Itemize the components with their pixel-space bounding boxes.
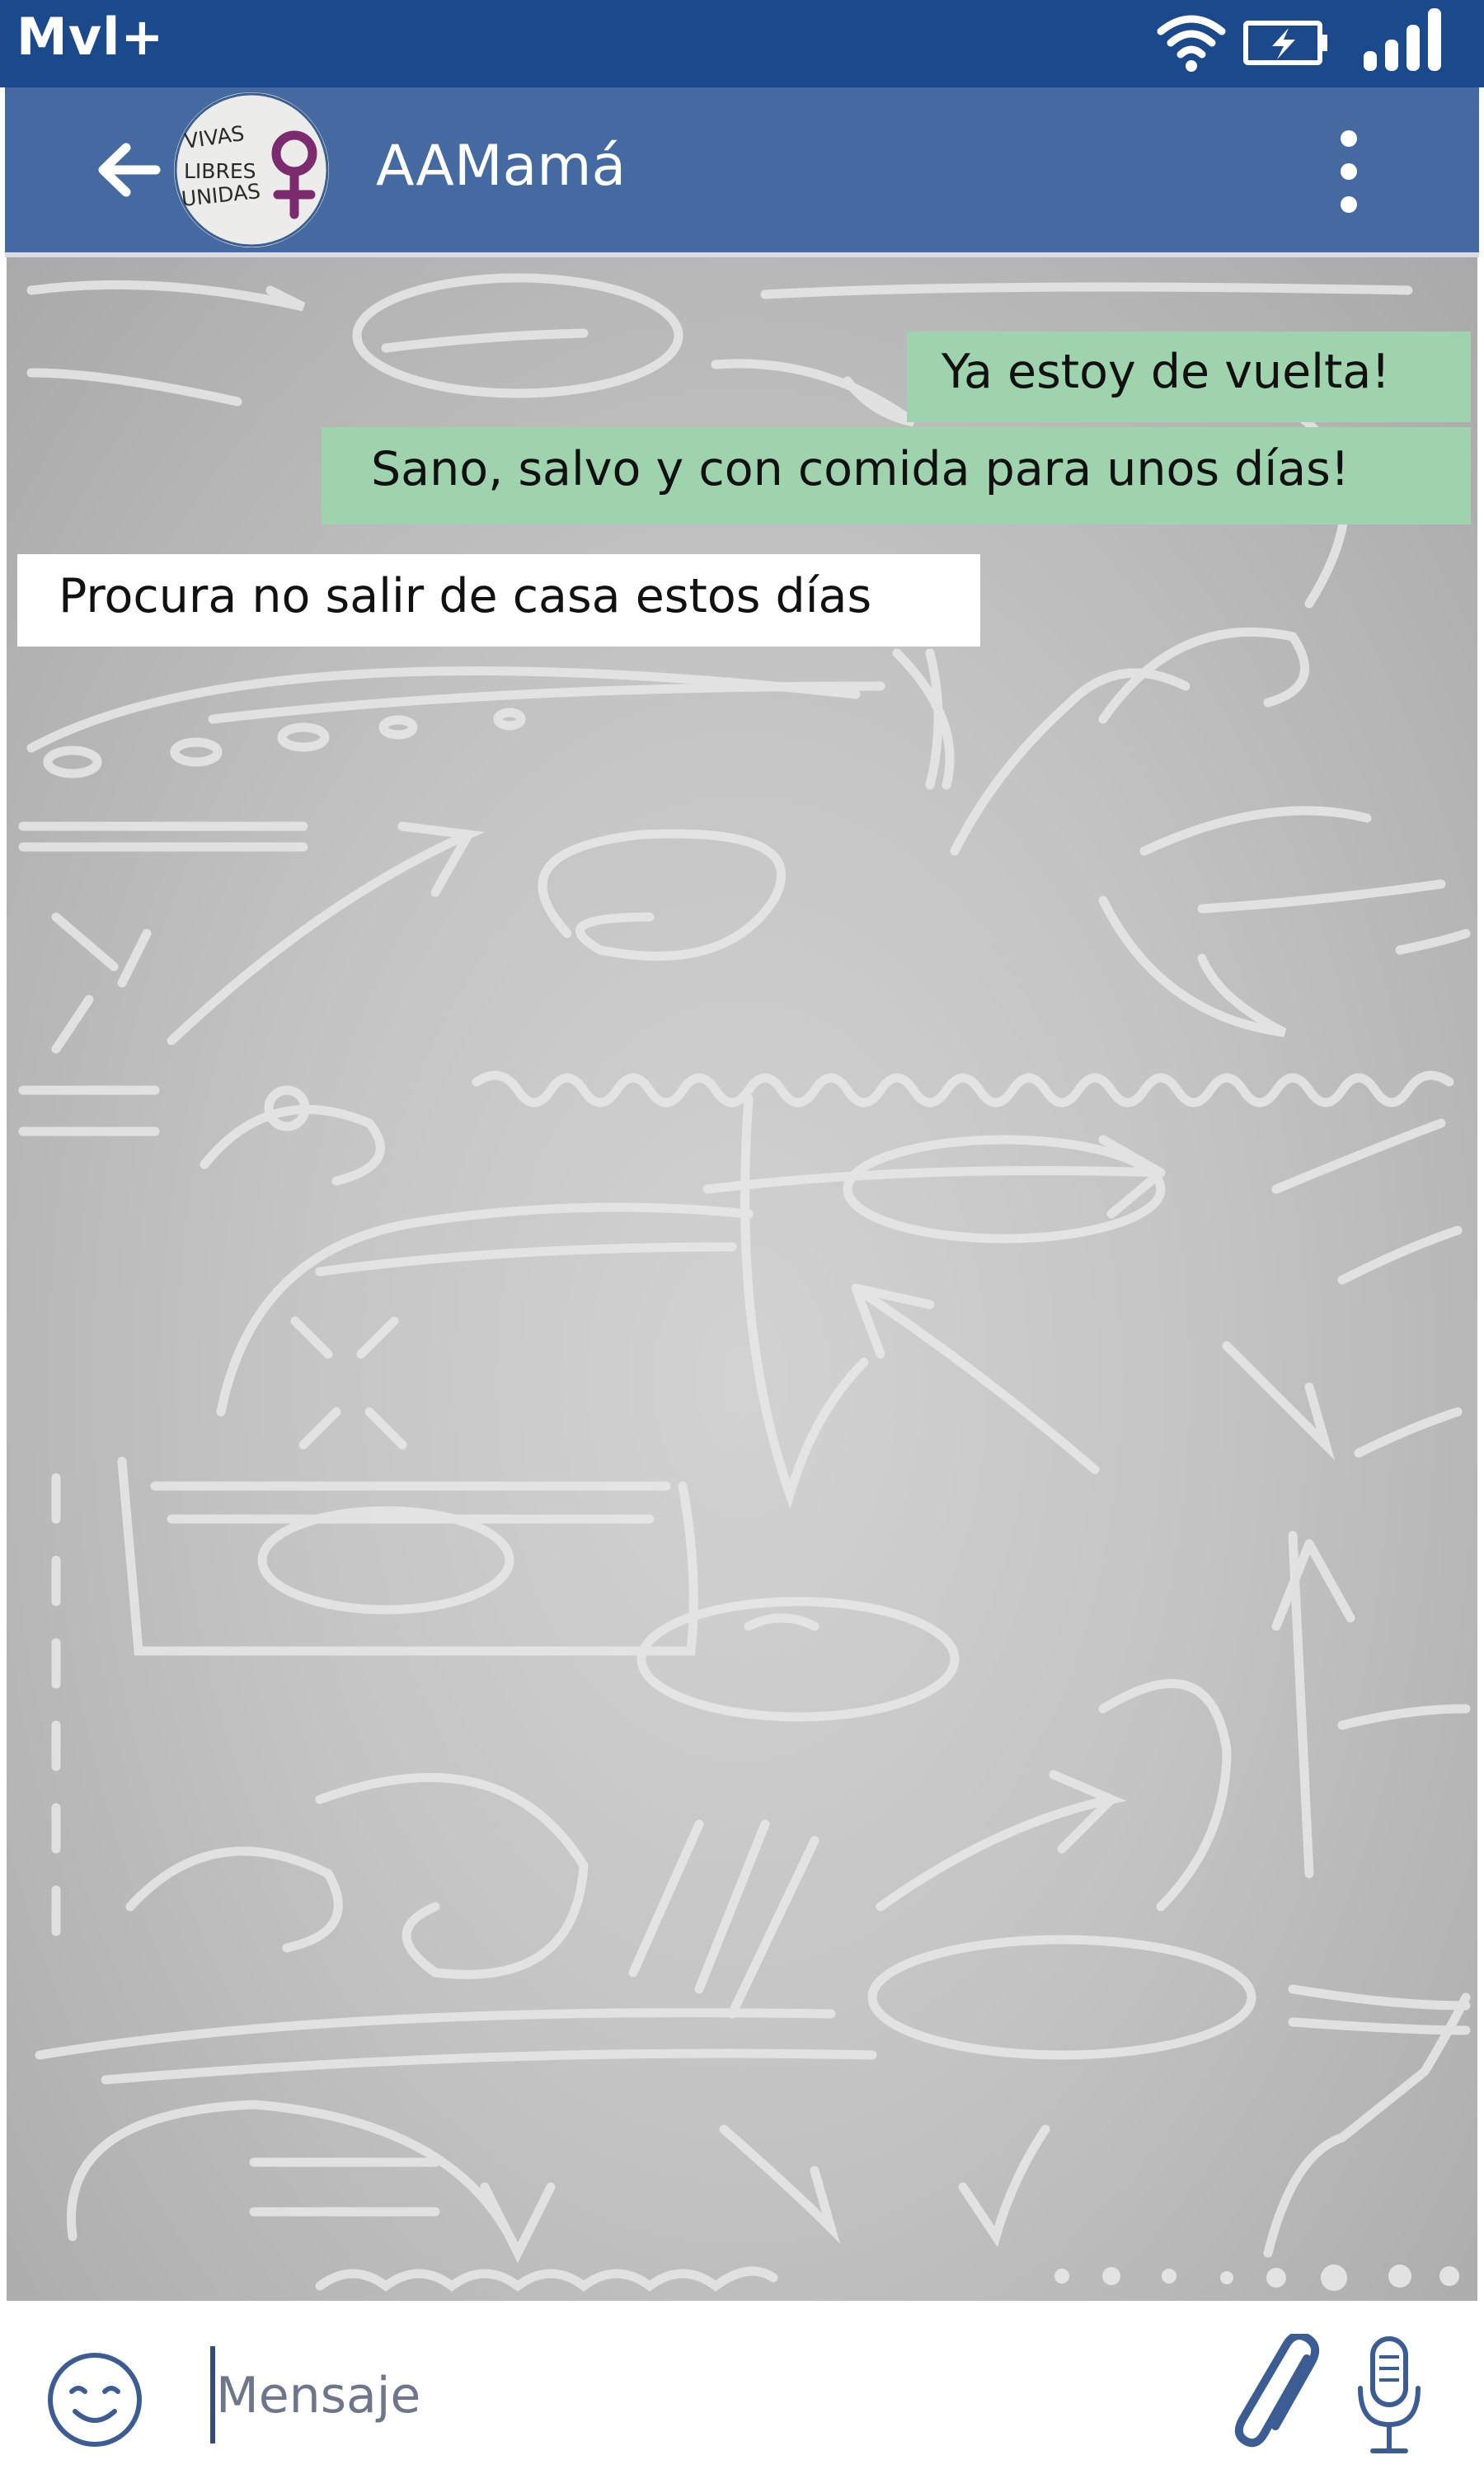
attach-icon[interactable] — [1233, 2331, 1323, 2458]
composer-bar — [0, 2301, 1484, 2474]
chat-title[interactable]: AAMamá — [376, 134, 626, 199]
battery-charging-icon — [1241, 0, 1331, 87]
wifi-icon — [1154, 0, 1228, 87]
mic-icon[interactable] — [1352, 2334, 1426, 2458]
chat-area: Ya estoy de vuelta! Sano, salvo y con co… — [7, 257, 1477, 2301]
message-bubble-incoming[interactable]: Procura no salir de casa estos días — [17, 554, 980, 647]
more-vert-icon[interactable] — [1332, 122, 1365, 221]
status-bar: Mvl+ — [0, 0, 1484, 87]
message-bubble-outgoing[interactable]: Sano, salvo y con comida para unos días! — [322, 427, 1471, 524]
message-bubble-outgoing[interactable]: Ya estoy de vuelta! — [907, 332, 1471, 422]
signal-icon — [1360, 0, 1451, 87]
carrier-name: Mvl+ — [16, 7, 165, 67]
avatar-text-libres: LIBRES — [184, 159, 256, 183]
back-arrow-icon[interactable] — [92, 133, 166, 207]
avatar[interactable]: VIVAS LIBRES UNIDAS — [174, 92, 329, 247]
message-input[interactable] — [216, 2350, 1205, 2441]
chat-header: VIVAS LIBRES UNIDAS AAMamá — [5, 87, 1479, 257]
text-cursor — [210, 2346, 215, 2443]
emoji-icon[interactable] — [45, 2350, 144, 2449]
